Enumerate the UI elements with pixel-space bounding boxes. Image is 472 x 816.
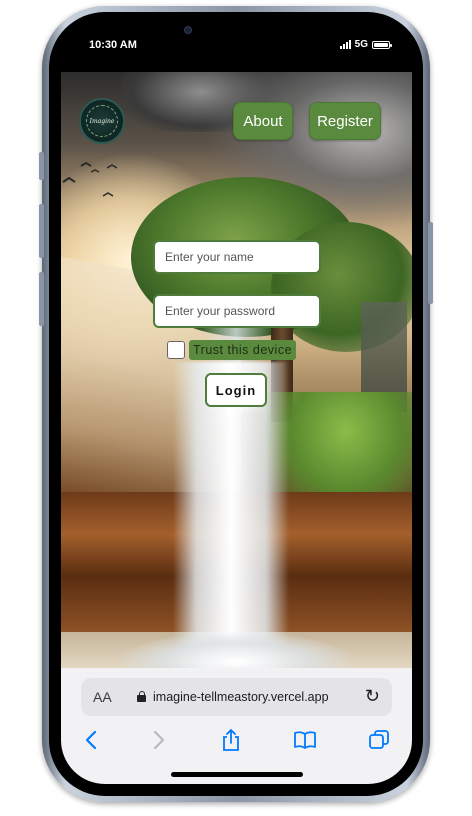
battery-icon <box>372 40 392 49</box>
reader-options-button[interactable]: AA <box>93 689 112 705</box>
phone-screen: 10:30 AM 5G Imagine About Register Enter… <box>61 22 412 784</box>
name-input[interactable] <box>153 240 321 274</box>
web-page: Imagine About Register Trust this device… <box>61 72 412 668</box>
bookmarks-icon[interactable] <box>291 726 319 754</box>
tabs-icon[interactable] <box>365 726 393 754</box>
password-input[interactable] <box>153 294 321 328</box>
logo-wreath <box>86 105 118 137</box>
trust-device-row: Trust this device <box>167 340 297 360</box>
login-button[interactable]: Login <box>205 373 267 407</box>
url-text[interactable]: imagine-tellmeastory.vercel.app <box>153 690 329 704</box>
volume-up-button <box>39 204 44 258</box>
browser-nav-toolbar <box>61 726 412 756</box>
safari-toolbar: AA imagine-tellmeastory.vercel.app ↻ <box>61 668 412 784</box>
status-bar: 10:30 AM 5G <box>61 22 412 72</box>
status-indicators: 5G <box>339 39 392 50</box>
address-bar[interactable]: AA imagine-tellmeastory.vercel.app ↻ <box>81 678 392 716</box>
about-button[interactable]: About <box>233 102 293 140</box>
mute-switch <box>39 152 44 180</box>
signal-icon <box>339 40 351 49</box>
reader-label: AA <box>93 689 112 705</box>
trust-device-checkbox[interactable] <box>167 341 185 359</box>
network-label: 5G <box>354 39 368 50</box>
reload-icon[interactable]: ↻ <box>365 686 380 707</box>
birds-icon <box>62 161 118 197</box>
background-waterfall <box>173 362 289 668</box>
forward-icon[interactable] <box>145 726 173 754</box>
site-logo[interactable]: Imagine <box>79 98 125 144</box>
register-button[interactable]: Register <box>309 102 381 140</box>
trust-device-label[interactable]: Trust this device <box>189 340 297 360</box>
back-icon[interactable] <box>77 726 105 754</box>
lock-icon <box>137 691 146 702</box>
power-button <box>428 222 433 304</box>
status-time: 10:30 AM <box>89 39 137 51</box>
front-camera <box>184 26 192 34</box>
share-icon[interactable] <box>217 726 245 754</box>
home-indicator[interactable] <box>171 772 303 777</box>
volume-down-button <box>39 272 44 326</box>
